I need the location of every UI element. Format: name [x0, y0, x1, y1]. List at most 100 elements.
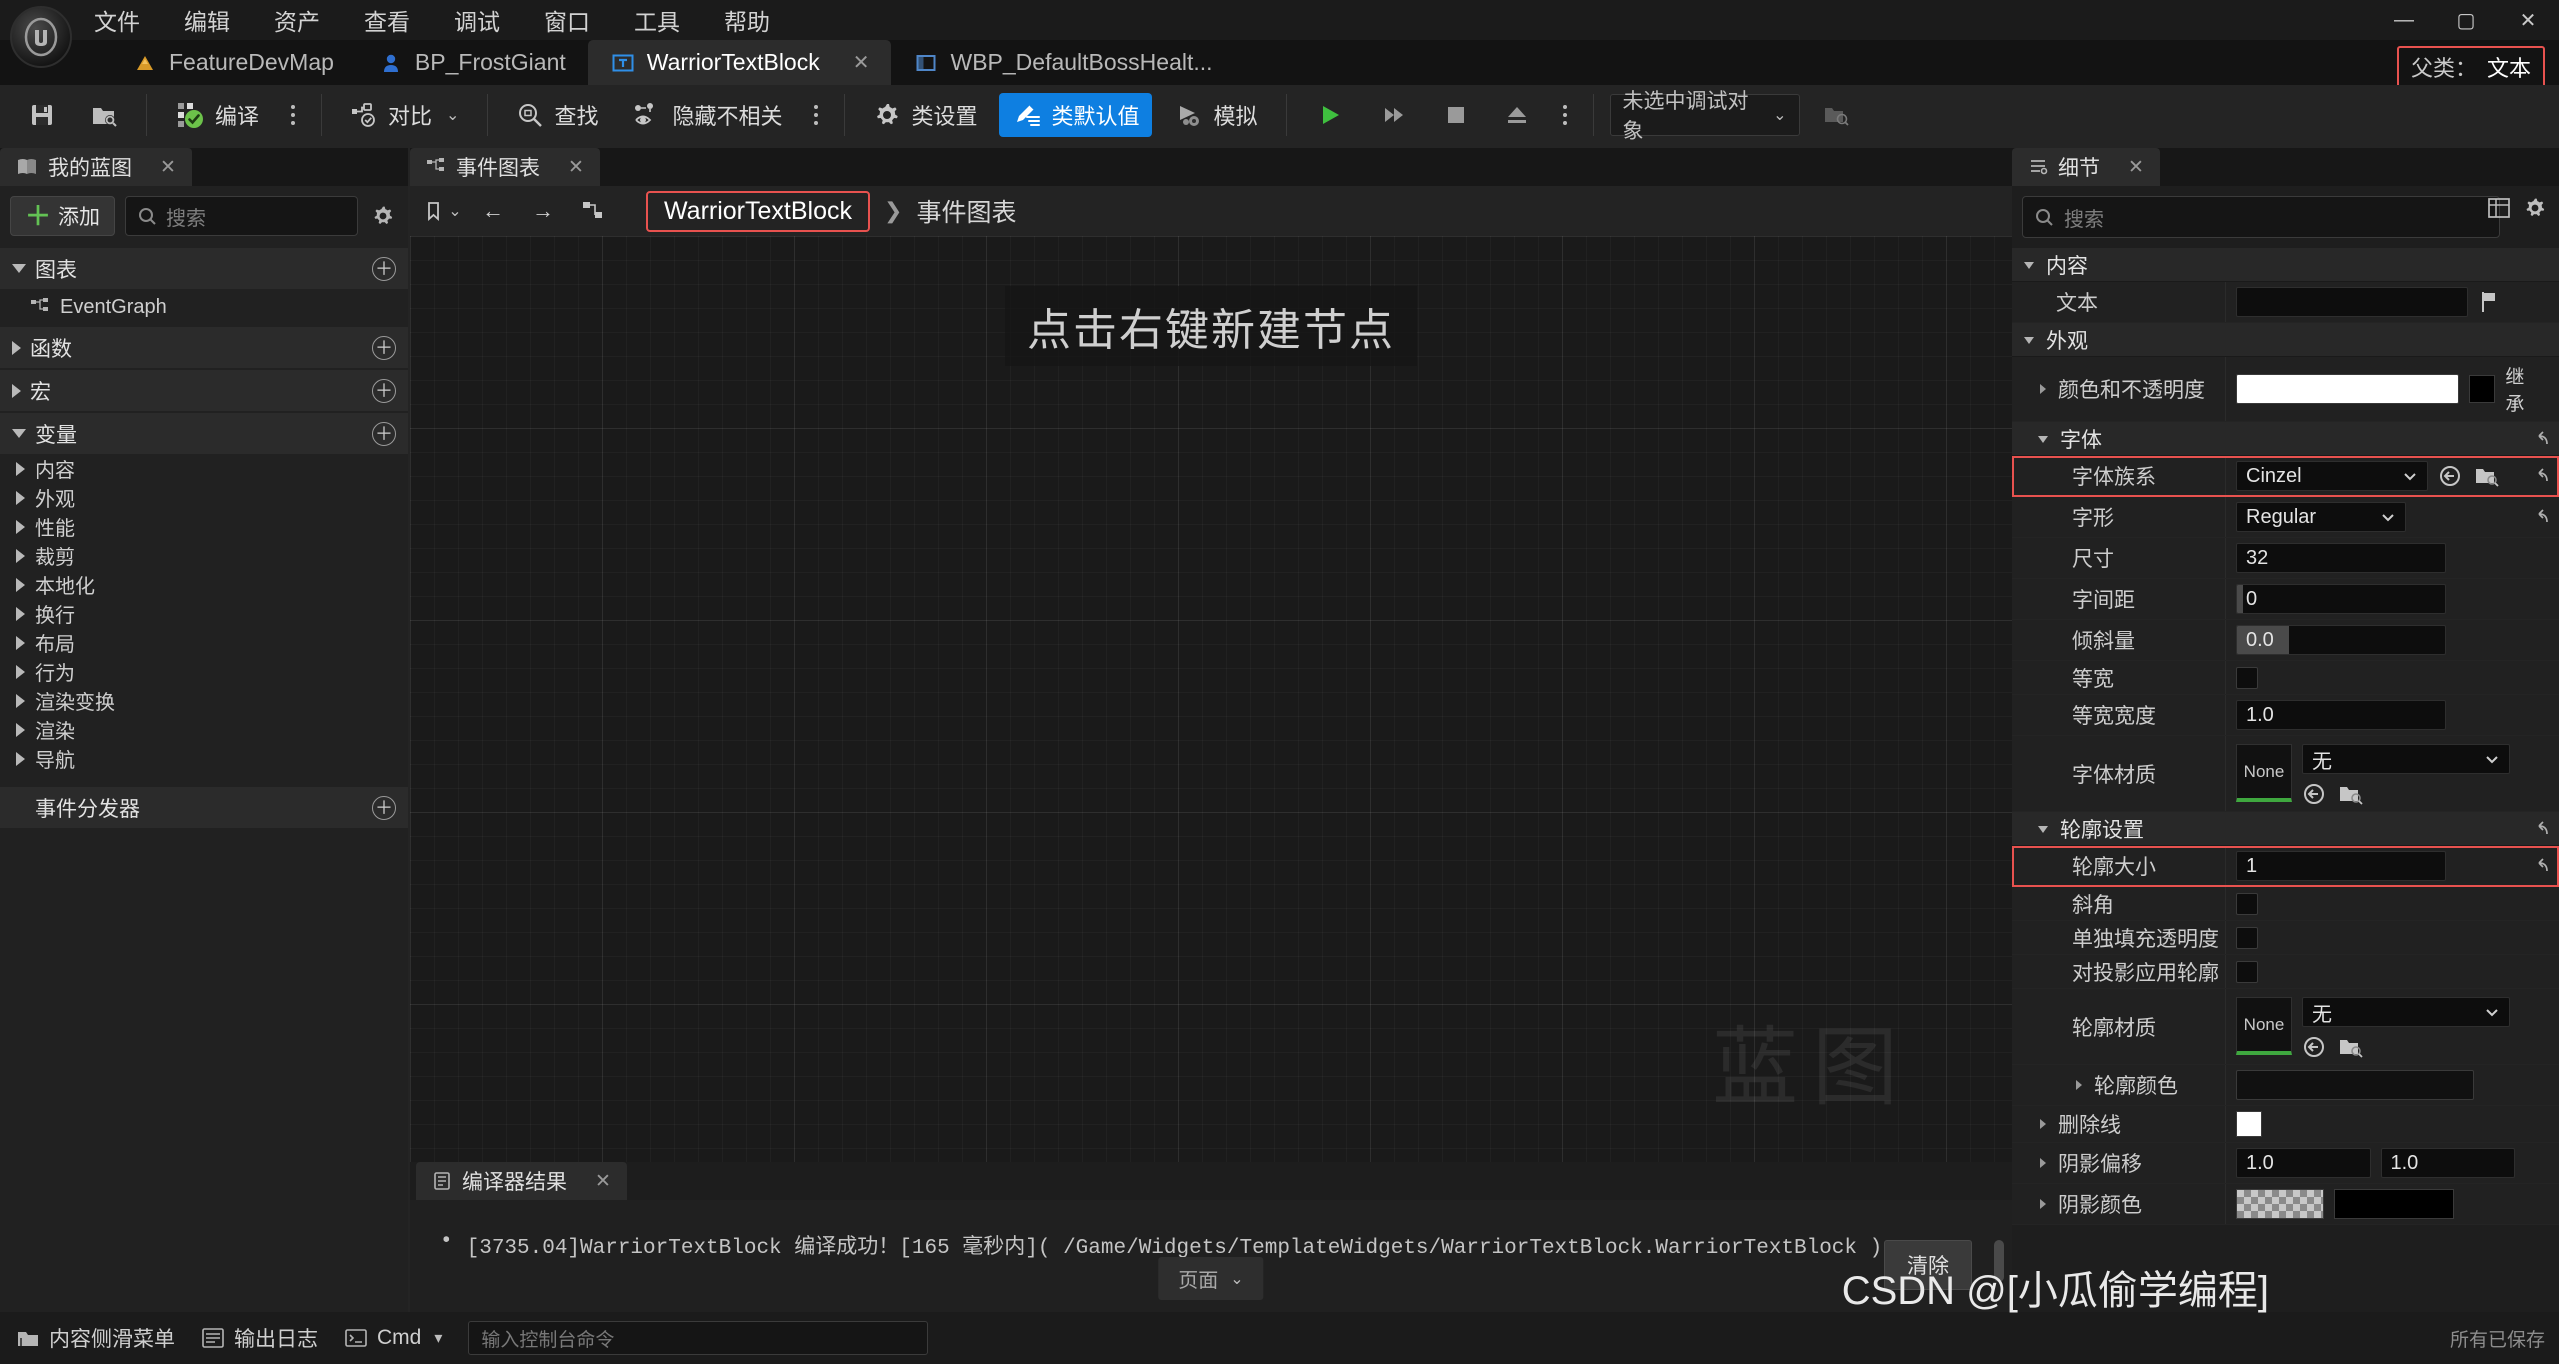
- find-button[interactable]: 查找: [504, 93, 610, 137]
- color-swatch-alpha[interactable]: [2236, 1189, 2324, 1219]
- close-icon[interactable]: ✕: [2128, 156, 2144, 179]
- reset-to-default-button[interactable]: [2523, 846, 2559, 886]
- font-family-select[interactable]: Cinzel: [2236, 461, 2428, 491]
- tab-close-icon[interactable]: ✕: [853, 50, 870, 75]
- chevron-right-icon[interactable]: [2036, 1117, 2050, 1131]
- add-variable-button[interactable]: ＋: [372, 421, 396, 446]
- tab-compiler-results[interactable]: 编译器结果 ✕: [416, 1162, 627, 1200]
- menu-tools[interactable]: 工具: [630, 1, 684, 39]
- variable-category-6[interactable]: 换行: [0, 599, 408, 628]
- gear-icon[interactable]: [2523, 196, 2547, 220]
- section-graphs[interactable]: 图表 ＋: [0, 248, 408, 289]
- menu-help[interactable]: 帮助: [720, 1, 774, 39]
- debug-object-select[interactable]: 未选中调试对象 ⌄: [1609, 90, 1800, 143]
- typeface-select[interactable]: Regular: [2236, 502, 2406, 532]
- close-icon[interactable]: ✕: [160, 156, 176, 179]
- section-event-dispatchers[interactable]: 事件分发器 ＋: [0, 787, 408, 828]
- output-log-button[interactable]: 输出日志: [201, 1323, 318, 1353]
- tab-wbp-defaultbosshealth[interactable]: WBP_DefaultBossHealt...: [891, 40, 1234, 85]
- tab-warriortextblock[interactable]: WarriorTextBlock ✕: [587, 40, 892, 85]
- checkbox[interactable]: [2236, 926, 2258, 949]
- menu-window[interactable]: 窗口: [540, 1, 594, 39]
- chevron-right-icon[interactable]: [2036, 1197, 2050, 1211]
- use-selected-asset-icon[interactable]: [2438, 464, 2464, 488]
- color-swatch[interactable]: [2334, 1189, 2454, 1219]
- browse-content-button[interactable]: [78, 93, 130, 137]
- class-settings-button[interactable]: 类设置: [861, 93, 989, 137]
- variable-category-10[interactable]: 渲染: [0, 715, 408, 744]
- text-input[interactable]: [2236, 287, 2468, 317]
- menu-debug[interactable]: 调试: [450, 1, 504, 39]
- tab-event-graph[interactable]: 事件图表 ✕: [410, 148, 600, 186]
- chevron-right-icon[interactable]: [2036, 382, 2050, 396]
- class-defaults-button[interactable]: 类默认值: [999, 93, 1152, 137]
- slider-input[interactable]: 0.0: [2236, 625, 2446, 655]
- use-selected-asset-icon[interactable]: [2302, 1035, 2328, 1059]
- variable-category-1[interactable]: 内容: [0, 454, 408, 483]
- content-drawer-button[interactable]: 内容侧滑菜单: [16, 1323, 175, 1353]
- chevron-right-icon[interactable]: [2036, 1156, 2050, 1170]
- minimize-button[interactable]: —: [2373, 0, 2435, 40]
- close-icon[interactable]: ✕: [595, 1170, 611, 1193]
- asset-thumbnail[interactable]: None: [2236, 997, 2292, 1055]
- tab-my-blueprint[interactable]: 我的蓝图 ✕: [0, 148, 192, 186]
- tab-details[interactable]: 细节 ✕: [2012, 148, 2160, 186]
- graph-options-kebab-icon[interactable]: [804, 105, 828, 125]
- asset-select[interactable]: 无: [2302, 744, 2510, 774]
- forward-button[interactable]: →: [522, 191, 564, 231]
- play-button[interactable]: [1303, 93, 1357, 137]
- graph-item-eventgraph[interactable]: EventGraph: [0, 289, 408, 325]
- variable-category-7[interactable]: 布局: [0, 628, 408, 657]
- section-functions[interactable]: 函数 ＋: [0, 327, 408, 368]
- compile-options-kebab-icon[interactable]: [281, 105, 305, 125]
- menu-file[interactable]: 文件: [90, 1, 144, 39]
- category-header[interactable]: 外观: [2012, 323, 2559, 357]
- use-selected-asset-icon[interactable]: [2302, 782, 2328, 806]
- close-button[interactable]: ✕: [2497, 0, 2559, 40]
- checkbox[interactable]: [2236, 960, 2258, 983]
- browse-asset-icon[interactable]: [2338, 1035, 2364, 1059]
- reset-icon[interactable]: [2531, 820, 2551, 838]
- skip-button[interactable]: [1367, 93, 1421, 137]
- home-graph-button[interactable]: [572, 191, 614, 231]
- my-blueprint-search[interactable]: 搜索: [125, 196, 358, 236]
- bookmark-button[interactable]: ⌄: [422, 191, 464, 231]
- variable-category-8[interactable]: 行为: [0, 657, 408, 686]
- slider-input[interactable]: 0: [2236, 584, 2446, 614]
- category-header[interactable]: 字体: [2012, 422, 2559, 456]
- cmd-selector[interactable]: Cmd ▾: [344, 1326, 442, 1350]
- my-blueprint-settings-icon[interactable]: [368, 201, 398, 231]
- add-graph-button[interactable]: ＋: [372, 256, 396, 281]
- number-input[interactable]: 1.0: [2236, 700, 2446, 730]
- reset-to-default-button[interactable]: [2523, 497, 2559, 537]
- variable-category-4[interactable]: 裁剪: [0, 541, 408, 570]
- reset-to-default-button[interactable]: [2523, 456, 2559, 496]
- simulate-button[interactable]: 模拟: [1162, 93, 1270, 137]
- debug-browse-button[interactable]: [1810, 93, 1862, 137]
- graph-canvas[interactable]: 点击右键新建节点 蓝图: [410, 236, 2012, 1162]
- diff-button[interactable]: 对比 ⌄: [338, 93, 471, 137]
- back-button[interactable]: ←: [472, 191, 514, 231]
- color-swatch[interactable]: [2236, 374, 2460, 404]
- parent-class-value[interactable]: 文本: [2487, 51, 2531, 83]
- variable-category-9[interactable]: 渲染变换: [0, 686, 408, 715]
- maximize-button[interactable]: ▢: [2435, 0, 2497, 40]
- reset-icon[interactable]: [2531, 430, 2551, 448]
- menu-edit[interactable]: 编辑: [180, 1, 234, 39]
- grid-view-icon[interactable]: [2487, 196, 2511, 220]
- add-button[interactable]: ＋ 添加: [10, 196, 116, 236]
- variable-category-11[interactable]: 导航: [0, 744, 408, 773]
- number-input[interactable]: 1: [2236, 851, 2446, 881]
- vector-y-input[interactable]: 1.0: [2380, 1148, 2515, 1178]
- details-search[interactable]: 搜索: [2022, 196, 2500, 238]
- eject-button[interactable]: [1491, 93, 1543, 137]
- chevron-right-icon[interactable]: [2072, 1078, 2086, 1092]
- page-dropdown[interactable]: 页面 ⌄: [1158, 1257, 1264, 1300]
- variable-category-5[interactable]: 本地化: [0, 570, 408, 599]
- browse-asset-icon[interactable]: [2474, 464, 2500, 488]
- checkbox[interactable]: [2236, 666, 2258, 689]
- checkbox[interactable]: [2236, 892, 2258, 915]
- section-variables[interactable]: 变量 ＋: [0, 413, 408, 454]
- play-options-kebab-icon[interactable]: [1553, 105, 1577, 125]
- close-icon[interactable]: ✕: [568, 156, 584, 179]
